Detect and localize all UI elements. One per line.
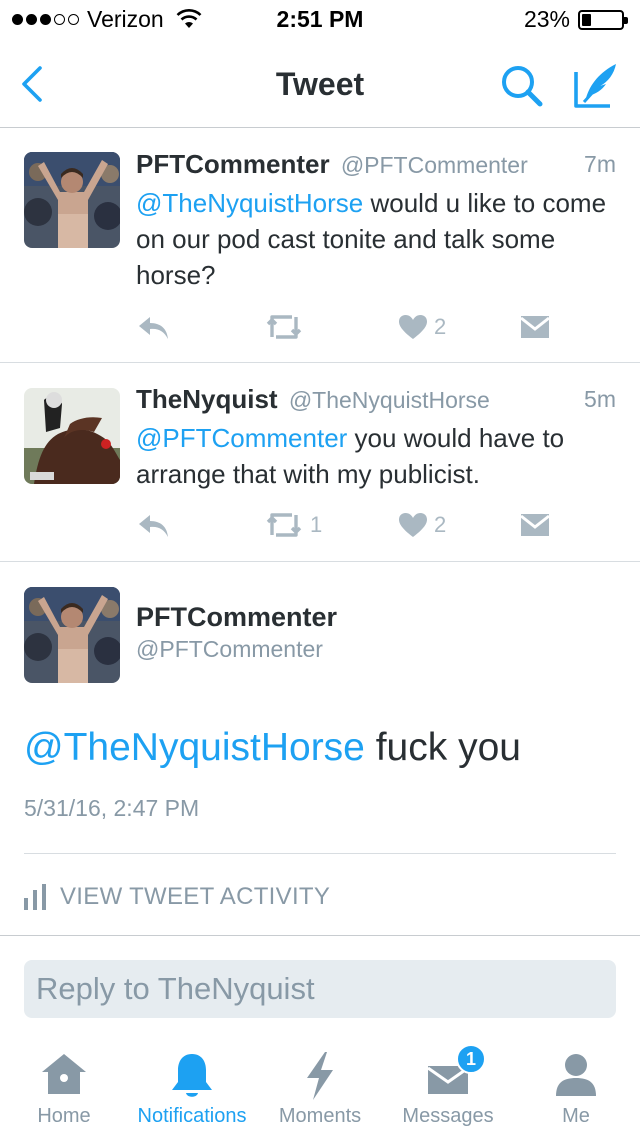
tab-messages[interactable]: 1 Messages (384, 1040, 512, 1136)
nav-bar: Tweet (0, 40, 640, 128)
avatar[interactable] (24, 587, 120, 683)
reply-icon (139, 317, 168, 339)
divider (0, 935, 640, 936)
unread-badge: 1 (456, 1044, 486, 1074)
mention-link[interactable]: @PFTCommenter (136, 423, 347, 453)
person-icon (556, 1054, 596, 1096)
tab-home[interactable]: Home (0, 1040, 128, 1136)
tweet-author-name[interactable]: TheNyquist (136, 384, 278, 414)
retweet-count: 1 (310, 512, 323, 537)
tab-label: Notifications (137, 1105, 247, 1127)
like-button[interactable]: 2 (398, 507, 446, 543)
focused-tweet-text: @TheNyquistHorse fuck you (24, 726, 616, 770)
avatar-photo (24, 152, 120, 248)
tweet-header: PFTCommenter @PFTCommenter 7m (136, 149, 616, 180)
avatar[interactable] (24, 152, 120, 248)
direct-message-button[interactable] (520, 507, 550, 543)
reply-button[interactable] (136, 507, 170, 543)
home-icon (42, 1054, 86, 1094)
reply-input[interactable]: Reply to TheNyquist (24, 960, 616, 1018)
envelope-icon (520, 316, 550, 338)
bell-icon (172, 1054, 212, 1097)
lightning-icon (307, 1052, 333, 1100)
divider (24, 853, 616, 854)
retweet-button[interactable]: 1 (264, 507, 322, 543)
mention-link[interactable]: @TheNyquistHorse (136, 188, 363, 218)
tweet-time: 7m (584, 151, 616, 177)
view-tweet-activity-button[interactable]: VIEW TWEET ACTIVITY (24, 880, 330, 914)
reply-icon (139, 515, 168, 537)
direct-message-button[interactable] (520, 309, 550, 345)
like-button[interactable]: 2 (398, 309, 446, 345)
tweet-actions: 1 2 (136, 507, 566, 543)
tweet-text: @TheNyquistHorse would u like to come on… (136, 185, 612, 293)
tweet-author-handle[interactable]: @TheNyquistHorse (289, 387, 490, 413)
tab-label: Moments (278, 1105, 362, 1127)
retweet-button[interactable] (264, 309, 310, 345)
retweet-icon (266, 513, 302, 537)
mention-link[interactable]: @TheNyquistHorse (24, 726, 365, 769)
focused-author-name[interactable]: PFTCommenter (136, 602, 337, 633)
tweet-time: 5m (584, 386, 616, 412)
tab-moments[interactable]: Moments (256, 1040, 384, 1136)
tweet-2[interactable]: TheNyquist @TheNyquistHorse 5m @PFTComme… (0, 364, 640, 562)
status-bar: Verizon 2:51 PM 23% (0, 0, 640, 40)
compose-tweet-icon[interactable] (572, 60, 622, 110)
tweet-timestamp: 5/31/16, 2:47 PM (24, 795, 200, 821)
avatar-photo (24, 388, 120, 484)
avatar[interactable] (24, 388, 120, 484)
tweet-actions: 2 (136, 309, 566, 345)
focused-tweet-body: fuck you (364, 726, 521, 769)
focused-author-handle[interactable]: @PFTCommenter (136, 636, 323, 663)
heart-icon (399, 513, 427, 537)
tab-bar: Home Notifications Moments 1 Messages Me (0, 1040, 640, 1136)
tweet-header: TheNyquist @TheNyquistHorse 5m (136, 384, 616, 415)
tab-label: Messages (402, 1105, 494, 1127)
tab-notifications[interactable]: Notifications (128, 1040, 256, 1136)
like-count: 2 (434, 314, 447, 339)
view-tweet-activity-label: VIEW TWEET ACTIVITY (60, 883, 331, 910)
envelope-icon (520, 514, 550, 536)
reply-button[interactable] (136, 309, 170, 345)
bar-chart-icon (24, 884, 46, 910)
tab-me[interactable]: Me (512, 1040, 640, 1136)
heart-icon (399, 315, 427, 339)
tweet-1[interactable]: PFTCommenter @PFTCommenter 7m @TheNyquis… (0, 129, 640, 363)
search-icon[interactable] (498, 62, 546, 110)
battery-percent: 23% (523, 6, 570, 32)
avatar-photo (24, 587, 120, 683)
tab-label: Me (562, 1105, 590, 1127)
like-count: 2 (434, 512, 447, 537)
tweet-text: @PFTCommenter you would have to arrange … (136, 420, 612, 492)
battery-icon (578, 10, 628, 30)
tweet-author-name[interactable]: PFTCommenter (136, 149, 330, 179)
tweet-author-handle[interactable]: @PFTCommenter (341, 152, 528, 178)
retweet-icon (266, 315, 302, 339)
